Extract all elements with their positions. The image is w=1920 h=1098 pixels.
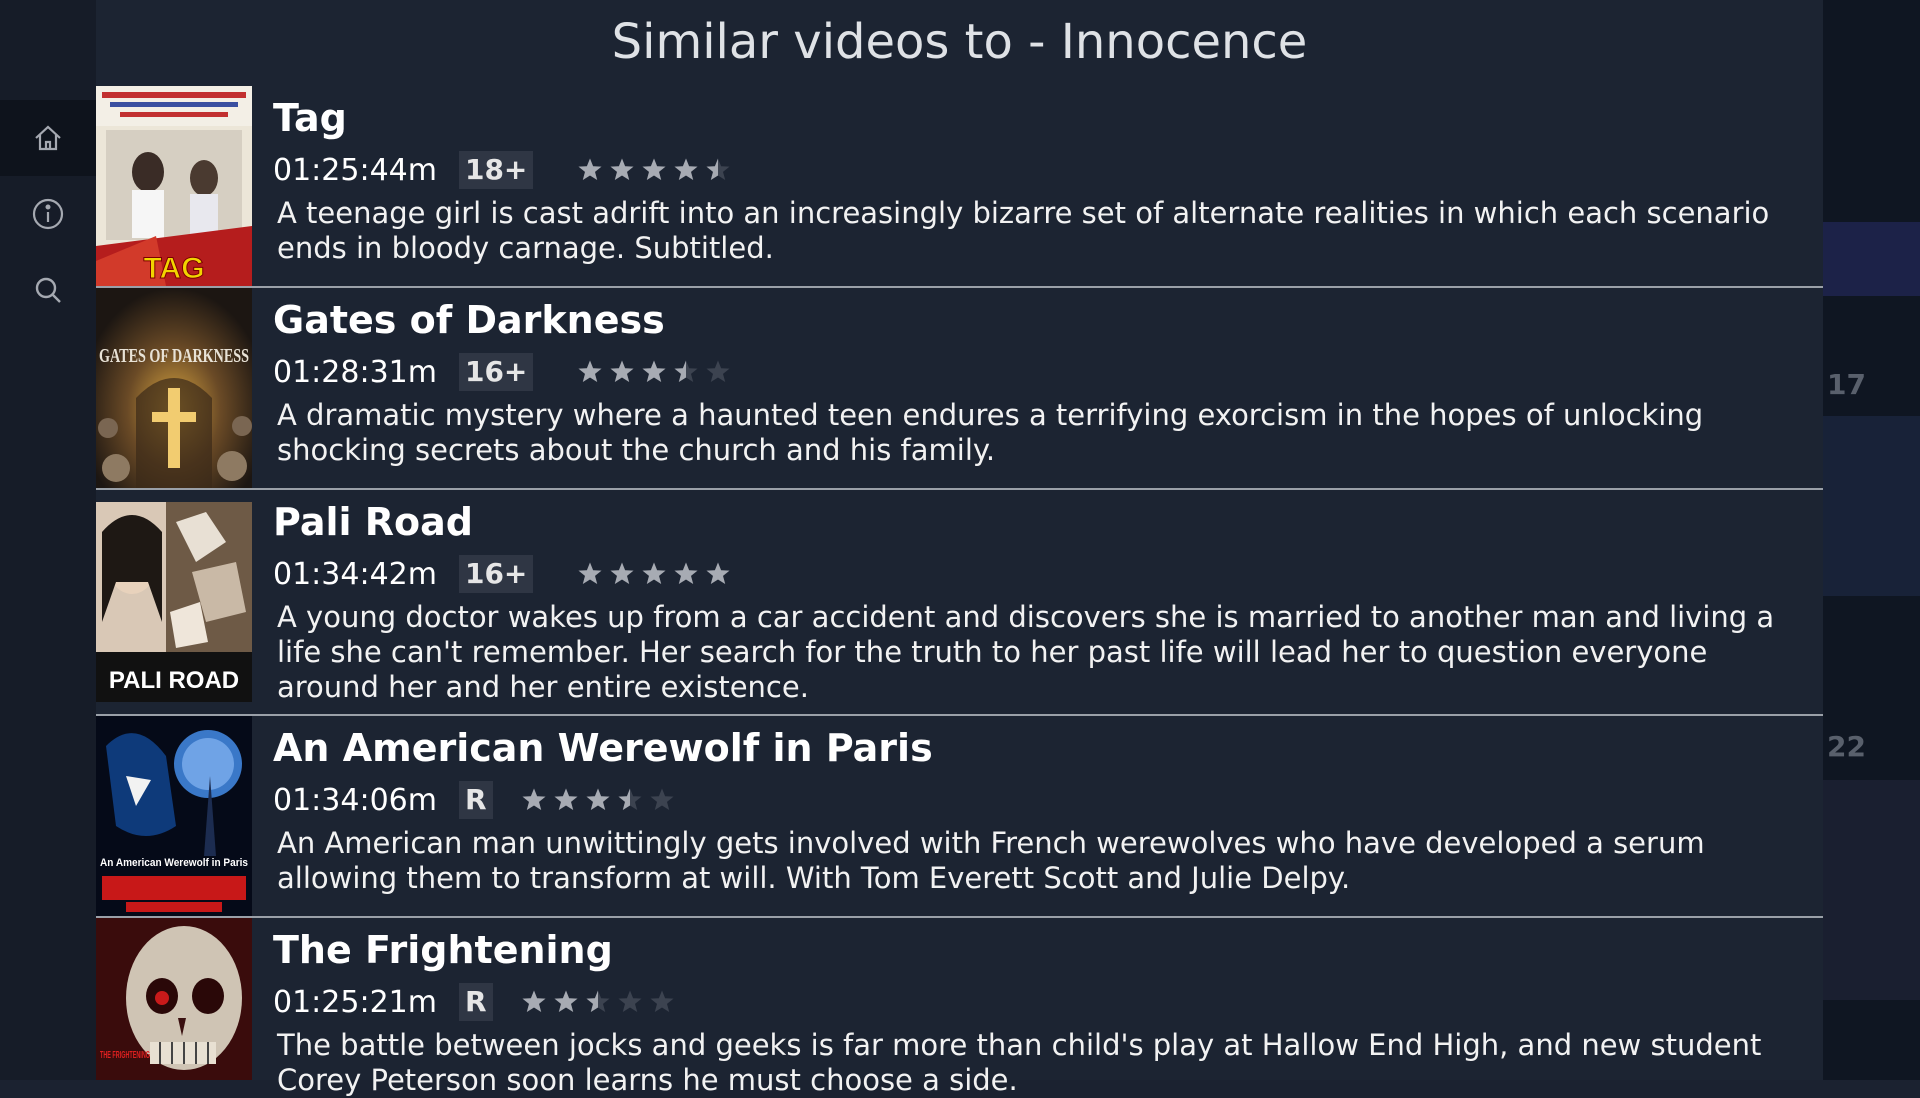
video-duration: 01:34:42m bbox=[273, 556, 437, 592]
background-number: 17 bbox=[1827, 368, 1866, 401]
video-meta: 01:25:44m 18+ bbox=[273, 151, 737, 189]
video-title: The Frightening bbox=[273, 928, 613, 972]
info-icon bbox=[32, 198, 64, 230]
star-icon bbox=[642, 562, 666, 584]
page-title: Similar videos to - Innocence bbox=[611, 14, 1308, 70]
star-icon bbox=[706, 562, 730, 584]
poster-title-text: GATES OF DARKNESS bbox=[99, 345, 249, 367]
video-meta: 01:25:21m R bbox=[273, 983, 681, 1021]
video-row-tag[interactable]: TAG Tag 01:25:44m 18+ A teenage girl is … bbox=[96, 86, 1823, 288]
sidebar-item-info[interactable] bbox=[0, 176, 96, 252]
star-icon bbox=[610, 360, 634, 382]
video-duration: 01:25:44m bbox=[273, 152, 437, 188]
video-description: The battle between jocks and geeks is fa… bbox=[277, 1028, 1762, 1097]
video-meta: 01:34:06m R bbox=[273, 781, 681, 819]
star-icon bbox=[650, 990, 674, 1012]
age-rating-badge: 16+ bbox=[458, 555, 534, 593]
background-content bbox=[1823, 0, 1920, 1080]
age-rating-badge: R bbox=[458, 983, 493, 1021]
star-rating bbox=[521, 787, 681, 813]
video-meta: 01:34:42m 16+ bbox=[273, 555, 737, 593]
poster-title-text: THE FRIGHTENING bbox=[100, 1050, 150, 1061]
star-rating bbox=[577, 561, 737, 587]
star-icon bbox=[706, 158, 730, 180]
sidebar-item-search[interactable] bbox=[0, 252, 96, 328]
video-description: An American man unwittingly gets involve… bbox=[277, 826, 1705, 895]
star-icon bbox=[554, 788, 578, 810]
video-duration: 01:28:31m bbox=[273, 354, 437, 390]
star-rating bbox=[521, 989, 681, 1015]
video-title: Gates of Darkness bbox=[273, 298, 665, 342]
star-icon bbox=[674, 360, 698, 382]
home-icon bbox=[35, 125, 61, 151]
poster-image: TAG bbox=[96, 86, 252, 286]
star-icon bbox=[578, 562, 602, 584]
star-icon bbox=[610, 562, 634, 584]
video-row-american-werewolf[interactable]: An American Werewolf in Paris An America… bbox=[96, 716, 1823, 918]
poster-title-text: An American Werewolf in Paris bbox=[100, 857, 248, 869]
star-rating bbox=[577, 157, 737, 183]
poster-title-text: PALI ROAD bbox=[109, 667, 239, 694]
star-icon bbox=[586, 788, 610, 810]
star-icon bbox=[578, 360, 602, 382]
star-icon bbox=[674, 158, 698, 180]
similar-videos-panel: Similar videos to - Innocence TAG Tag 01… bbox=[96, 0, 1823, 1097]
video-title: Tag bbox=[273, 96, 347, 140]
poster-image: An American Werewolf in Paris bbox=[96, 716, 252, 916]
age-rating-badge: 18+ bbox=[458, 151, 534, 189]
star-icon bbox=[586, 990, 610, 1012]
star-icon bbox=[578, 158, 602, 180]
star-icon bbox=[522, 788, 546, 810]
sidebar-item-home[interactable] bbox=[0, 100, 96, 176]
age-rating-badge: R bbox=[458, 781, 493, 819]
star-icon bbox=[642, 360, 666, 382]
star-icon bbox=[650, 788, 674, 810]
poster-title-text: TAG bbox=[143, 252, 204, 285]
video-meta: 01:28:31m 16+ bbox=[273, 353, 737, 391]
age-rating-badge: 16+ bbox=[458, 353, 534, 391]
poster-image: PALI ROAD bbox=[96, 502, 252, 702]
video-row-pali-road[interactable]: PALI ROAD Pali Road 01:34:42m 16+ A youn… bbox=[96, 490, 1823, 716]
sidebar bbox=[0, 0, 96, 1080]
video-title: Pali Road bbox=[273, 500, 473, 544]
star-icon bbox=[674, 562, 698, 584]
poster-image: THE FRIGHTENING bbox=[96, 918, 252, 1080]
video-title: An American Werewolf in Paris bbox=[273, 726, 933, 770]
star-icon bbox=[706, 360, 730, 382]
star-icon bbox=[618, 788, 642, 810]
star-rating bbox=[577, 359, 737, 385]
video-duration: 01:34:06m bbox=[273, 782, 437, 818]
search-icon bbox=[35, 277, 61, 303]
star-icon bbox=[522, 990, 546, 1012]
video-row-gates-of-darkness[interactable]: GATES OF DARKNESS Gates of Darkness 01:2… bbox=[96, 288, 1823, 490]
video-description: A dramatic mystery where a haunted teen … bbox=[277, 398, 1704, 467]
background-number: 22 bbox=[1827, 730, 1866, 763]
star-icon bbox=[642, 158, 666, 180]
video-description: A young doctor wakes up from a car accid… bbox=[277, 600, 1775, 704]
video-row-the-frightening[interactable]: THE FRIGHTENING The Frightening 01:25:21… bbox=[96, 918, 1823, 1097]
video-duration: 01:25:21m bbox=[273, 984, 437, 1020]
video-description: A teenage girl is cast adrift into an in… bbox=[277, 196, 1770, 265]
star-icon bbox=[618, 990, 642, 1012]
star-icon bbox=[554, 990, 578, 1012]
star-icon bbox=[610, 158, 634, 180]
poster-image: GATES OF DARKNESS bbox=[96, 288, 252, 488]
